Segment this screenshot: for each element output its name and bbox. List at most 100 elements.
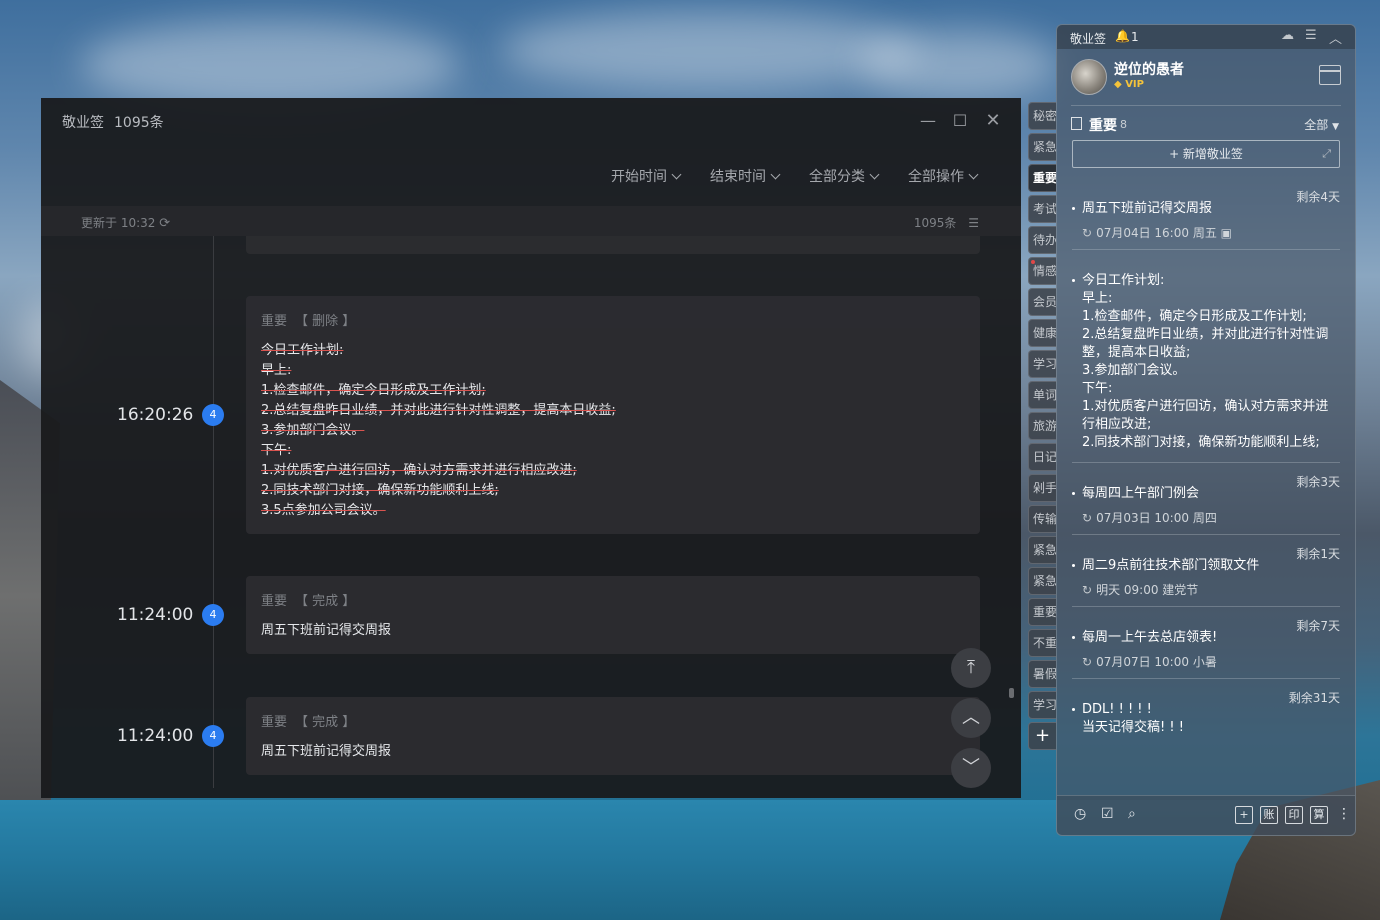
note-meta: ↻ 07月03日 10:00 周四 <box>1082 511 1217 525</box>
chevron-down-icon: ﹀ <box>962 757 980 778</box>
tab-category-active[interactable]: 重要 <box>1028 164 1056 192</box>
tab-category[interactable]: 健康 <box>1028 319 1056 347</box>
repeat-icon: ↻ <box>1082 511 1093 525</box>
username: 逆位的愚者 <box>1114 62 1184 78</box>
timeline-card-partial <box>246 236 980 254</box>
timeline-card[interactable]: 重要【 完成 】 周五下班前记得交周报 <box>246 576 980 654</box>
tab-category[interactable]: 学习 <box>1028 350 1056 378</box>
ledger-button[interactable]: 账 <box>1260 806 1278 824</box>
minimize-button[interactable]: — <box>917 110 939 132</box>
note-item[interactable]: 今日工作计划: 早上: 1.检查邮件，确定今日形成及工作计划; 2.总结复盘昨日… <box>1072 250 1340 463</box>
tab-category[interactable]: 紧急 <box>1028 567 1056 595</box>
new-note-button[interactable]: + 新增敬业签 ⤢ <box>1072 140 1340 168</box>
caret-down-icon: ▼ <box>1332 122 1339 132</box>
total-count: 1095条 ☰ <box>913 216 979 230</box>
tab-category[interactable]: 秘密 <box>1028 102 1056 130</box>
refresh-icon[interactable]: ⟳ <box>159 216 170 231</box>
widget-toolbar: ◷ ☑ ⌕ + 账 印 算 ⋮ <box>1057 795 1355 835</box>
expand-icon[interactable]: ⤢ <box>1322 141 1331 167</box>
remaining-days: 剩余3天 <box>1296 475 1340 489</box>
add-note-box-button[interactable]: + <box>1235 806 1253 824</box>
clock-icon[interactable]: ◷ <box>1074 806 1086 822</box>
cloud-sync-icon[interactable]: ☁ <box>1281 28 1294 43</box>
close-button[interactable]: ✕ <box>982 110 1004 132</box>
entry-time: 11:24:00 <box>117 726 194 746</box>
tab-category[interactable]: 会员 <box>1028 288 1056 316</box>
note-item[interactable]: 剩余3天 每周四上午部门例会 ↻ 07月03日 10:00 周四 <box>1072 463 1340 535</box>
tab-category[interactable]: 暑假 <box>1028 660 1056 688</box>
print-button[interactable]: 印 <box>1285 806 1303 824</box>
tab-category[interactable]: 剁手 <box>1028 474 1056 502</box>
calculator-button[interactable]: 算 <box>1310 806 1328 824</box>
tab-category[interactable]: 考试 <box>1028 195 1056 223</box>
sort-icon[interactable]: ☰ <box>968 216 979 230</box>
notification-count: 1 <box>1131 30 1139 44</box>
title-bar[interactable]: 敬业签 1095条 — ☐ ✕ <box>41 98 1021 144</box>
category-name: 重要 <box>1089 118 1117 134</box>
card-category: 重要 <box>261 715 288 730</box>
menu-icon[interactable]: ☰ <box>1305 28 1317 43</box>
maximize-button[interactable]: ☐ <box>949 110 971 132</box>
card-header: 重要【 删除 】 <box>261 310 965 329</box>
note-item[interactable]: 剩余1天 周二9点前往技术部门领取文件 ↻ 明天 09:00 建党节 <box>1072 535 1340 607</box>
filter-end-time[interactable]: 结束时间 <box>710 166 781 186</box>
app-name: 敬业签 <box>62 115 104 131</box>
card-header: 重要【 完成 】 <box>261 711 965 730</box>
tab-category[interactable]: 重要 <box>1028 598 1056 626</box>
scroll-to-top-button[interactable]: ⤒ <box>951 648 991 688</box>
history-window: 敬业签 1095条 — ☐ ✕ 开始时间 结束时间 全部分类 全部操作 更新于 1… <box>41 98 1021 798</box>
tab-category[interactable]: 不重 <box>1028 629 1056 657</box>
checklist-icon[interactable]: ☑ <box>1101 806 1114 822</box>
entry-badge: 4 <box>202 404 224 426</box>
category-count: 8 <box>1120 118 1127 131</box>
note-text: 每周一上午去总店领表! <box>1072 629 1340 647</box>
filter-category[interactable]: 全部分类 <box>809 166 880 186</box>
card-category: 重要 <box>261 314 288 329</box>
widget-title-bar[interactable]: 敬业签 🔔 1 ☁ ☰ ︿ <box>1057 25 1355 49</box>
timeline-card[interactable]: 重要【 完成 】 周五下班前记得交周报 <box>246 697 980 775</box>
remaining-days: 剩余4天 <box>1296 190 1340 204</box>
collapse-icon[interactable]: ︿ <box>1329 28 1342 47</box>
filter-start-time[interactable]: 开始时间 <box>611 166 682 186</box>
arrow-top-icon: ⤒ <box>967 657 975 678</box>
chevron-down-icon <box>770 169 781 179</box>
more-icon[interactable]: ⋮ <box>1337 806 1351 822</box>
bookmark-icon <box>1071 117 1082 130</box>
note-item[interactable]: 剩余7天 每周一上午去总店领表! ↻ 07月07日 10:00 小暑 <box>1072 607 1340 679</box>
note-item[interactable]: 剩余31天 DDL! ! ! ! ! 当天记得交稿! ! ! <box>1072 679 1340 737</box>
tab-category[interactable]: 日记 <box>1028 443 1056 471</box>
tab-category[interactable]: 情感 <box>1028 257 1056 285</box>
tab-category[interactable]: 旅游 <box>1028 412 1056 440</box>
scrollbar-thumb[interactable] <box>1009 688 1014 698</box>
calendar-icon[interactable] <box>1319 65 1341 85</box>
tab-category[interactable]: 传输 <box>1028 505 1056 533</box>
tab-category[interactable]: 紧急 <box>1028 536 1056 564</box>
category-filter[interactable]: 全部 ▼ <box>1304 116 1339 133</box>
tab-category[interactable]: 单词 <box>1028 381 1056 409</box>
add-category-button[interactable]: + <box>1028 722 1056 750</box>
tab-category[interactable]: 学习 <box>1028 691 1056 719</box>
card-action: 【 完成 】 <box>295 715 356 730</box>
bell-icon[interactable]: 🔔 <box>1115 29 1130 43</box>
entry-time: 16:20:26 <box>117 405 194 425</box>
filter-action[interactable]: 全部操作 <box>908 166 979 186</box>
scroll-up-button[interactable]: ︿ <box>951 698 991 738</box>
scroll-down-button[interactable]: ﹀ <box>951 748 991 788</box>
note-meta: ↻ 07月07日 10:00 小暑 <box>1082 655 1217 669</box>
status-bar: 更新于 10:32 ⟳ 1095条 ☰ <box>41 206 1021 236</box>
note-text: 周二9点前往技术部门领取文件 <box>1072 557 1340 575</box>
vip-badge: ◆ VIP <box>1114 79 1144 90</box>
chevron-down-icon <box>968 169 979 179</box>
search-icon[interactable]: ⌕ <box>1128 806 1136 822</box>
note-item[interactable]: 剩余4天 周五下班前记得交周报 ↻ 07月04日 16:00 周五 ▣ <box>1072 178 1340 250</box>
avatar[interactable] <box>1071 59 1107 95</box>
card-content: 今日工作计划: 早上: 1.检查邮件，确定今日形成及工作计划; 2.总结复盘昨日… <box>261 343 616 518</box>
remaining-days: 剩余1天 <box>1296 547 1340 561</box>
repeat-icon: ↻ <box>1082 583 1093 597</box>
tab-category[interactable]: 待办 <box>1028 226 1056 254</box>
timeline-card[interactable]: 重要【 删除 】 今日工作计划: 早上: 1.检查邮件，确定今日形成及工作计划;… <box>246 296 980 534</box>
repeat-icon: ↻ <box>1082 655 1093 669</box>
timeline-line <box>213 236 214 788</box>
note-text: 周五下班前记得交周报 <box>1072 200 1340 218</box>
tab-category[interactable]: 紧急 <box>1028 133 1056 161</box>
